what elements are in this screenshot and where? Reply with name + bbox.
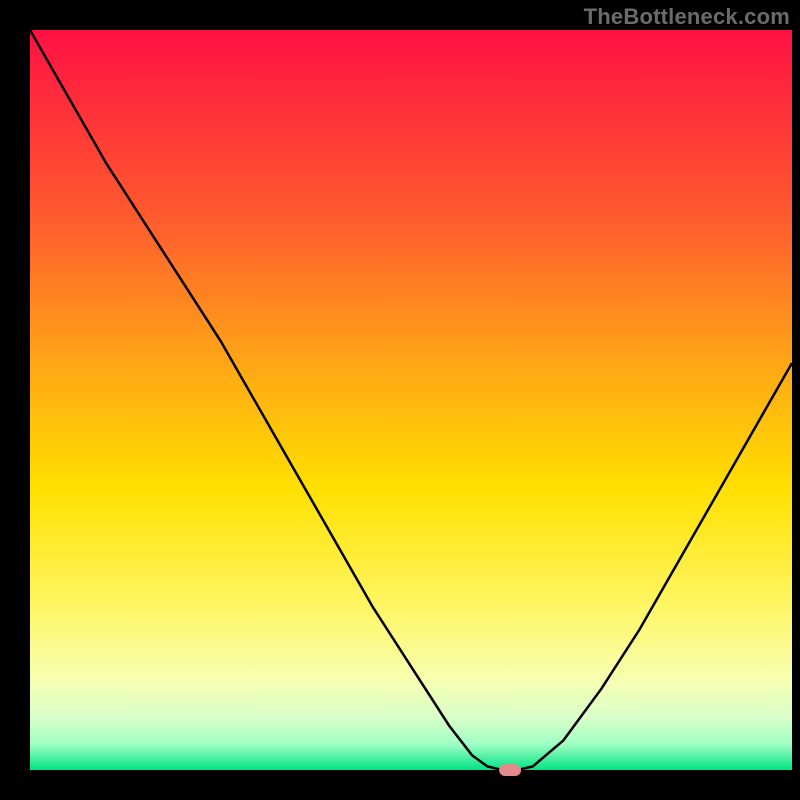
- chart-canvas: [0, 0, 800, 800]
- watermark-text: TheBottleneck.com: [584, 4, 790, 30]
- plot-background: [30, 30, 792, 770]
- optimum-marker: [499, 764, 521, 776]
- bottleneck-chart: TheBottleneck.com: [0, 0, 800, 800]
